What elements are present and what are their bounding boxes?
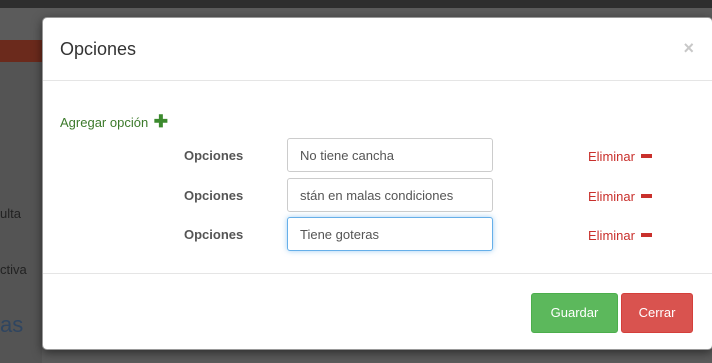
option-input[interactable] <box>287 217 493 251</box>
background-sidebar-item: ctiva <box>0 262 27 277</box>
option-row: Opciones Eliminar <box>43 217 712 253</box>
save-button[interactable]: Guardar <box>531 293 618 333</box>
add-option-label: Agregar opción <box>60 115 149 130</box>
option-label: Opciones <box>184 148 244 163</box>
modal-title: Opciones <box>60 39 137 59</box>
close-icon[interactable]: × <box>683 38 694 59</box>
remove-option-button[interactable]: Eliminar <box>588 149 652 164</box>
modal-header: Opciones × <box>43 18 712 81</box>
remove-option-button[interactable]: Eliminar <box>588 228 652 243</box>
modal-footer: Guardar Cerrar <box>43 273 712 350</box>
background-sidebar-item: ulta <box>0 206 21 221</box>
remove-option-label: Eliminar <box>588 149 635 164</box>
option-label: Opciones <box>184 188 244 203</box>
remove-option-button[interactable]: Eliminar <box>588 189 652 204</box>
remove-option-label: Eliminar <box>588 189 635 204</box>
background-topbar <box>0 0 712 8</box>
option-label: Opciones <box>184 227 244 242</box>
option-input[interactable] <box>287 138 493 172</box>
minus-icon <box>640 194 652 198</box>
minus-icon <box>640 233 652 237</box>
options-modal: Opciones × Agregar opción ✚ Opciones Eli… <box>42 17 712 350</box>
background-sidebar-heading: as <box>0 312 24 337</box>
option-row: Opciones Eliminar <box>43 138 712 174</box>
remove-option-label: Eliminar <box>588 228 635 243</box>
option-input[interactable] <box>287 178 493 212</box>
minus-icon <box>640 154 652 158</box>
option-row: Opciones Eliminar <box>43 178 712 214</box>
plus-icon: ✚ <box>153 112 169 131</box>
close-button[interactable]: Cerrar <box>621 293 693 333</box>
add-option-link[interactable]: Agregar opción ✚ <box>60 112 168 132</box>
